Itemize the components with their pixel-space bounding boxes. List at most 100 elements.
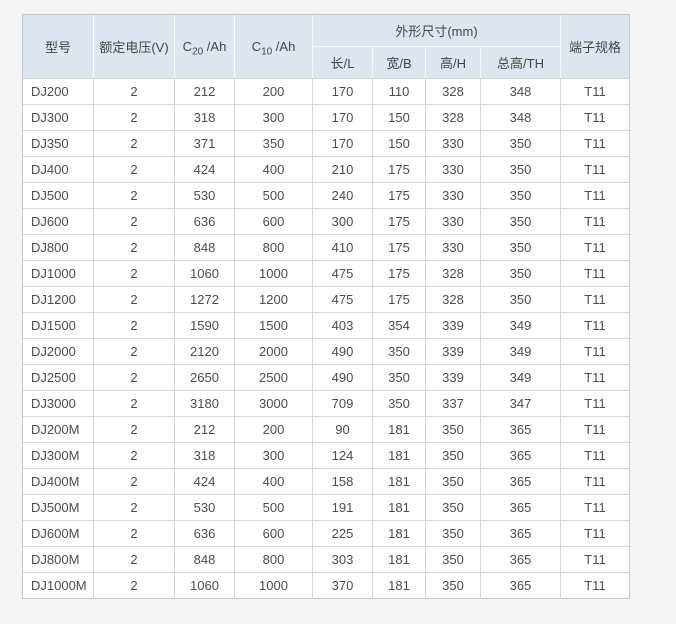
table-cell: 175 [373,182,426,208]
table-cell: 403 [313,312,373,338]
table-cell: 490 [313,364,373,390]
c20-unit: /Ah [203,39,227,54]
table-cell: 2 [94,468,175,494]
table-cell: 90 [313,416,373,442]
table-cell: 2 [94,182,175,208]
table-cell: T11 [561,312,630,338]
table-cell: 350 [426,572,481,598]
model-cell: DJ600M [23,520,94,546]
table-cell: T11 [561,104,630,130]
table-cell: 210 [313,156,373,182]
table-cell: T11 [561,572,630,598]
model-cell: DJ350 [23,130,94,156]
table-cell: T11 [561,338,630,364]
table-cell: T11 [561,130,630,156]
model-cell: DJ1500 [23,312,94,338]
table-cell: 1060 [175,260,235,286]
table-cell: 800 [235,546,313,572]
table-row: DJ500M 2 530 500 191 181 350 365 T11 [23,494,630,520]
table-cell: 2650 [175,364,235,390]
table-cell: 2 [94,572,175,598]
table-row: DJ600 2 636 600 300 175 330 350 T11 [23,208,630,234]
table-cell: 2 [94,104,175,130]
table-cell: 2 [94,78,175,104]
table-cell: 225 [313,520,373,546]
table-cell: 1590 [175,312,235,338]
table-cell: 124 [313,442,373,468]
table-cell: 181 [373,416,426,442]
table-cell: 328 [426,286,481,312]
table-cell: 2 [94,156,175,182]
table-cell: 2 [94,234,175,260]
table-cell: 350 [426,468,481,494]
table-cell: 475 [313,260,373,286]
table-cell: 2 [94,364,175,390]
table-cell: T11 [561,260,630,286]
table-cell: 181 [373,546,426,572]
table-cell: 3180 [175,390,235,416]
table-cell: 400 [235,156,313,182]
table-cell: 370 [313,572,373,598]
col-header-width: 宽/B [373,47,426,78]
table-cell: 175 [373,286,426,312]
model-cell: DJ1000M [23,572,94,598]
table-cell: 347 [481,390,562,416]
table-cell: 350 [373,390,426,416]
table-cell: 339 [426,312,481,338]
table-row: DJ1500 2 1590 1500 403 354 339 349 T11 [23,312,630,338]
table-cell: 170 [313,104,373,130]
c20-subscript: 20 [192,46,204,58]
table-cell: 2 [94,442,175,468]
table-cell: 181 [373,572,426,598]
table-cell: 2 [94,338,175,364]
table-cell: 350 [481,260,562,286]
model-cell: DJ400 [23,156,94,182]
col-header-length: 长/L [313,47,373,78]
model-cell: DJ400M [23,468,94,494]
table-row: DJ300 2 318 300 170 150 328 348 T11 [23,104,630,130]
table-row: DJ800 2 848 800 410 175 330 350 T11 [23,234,630,260]
table-cell: 330 [426,234,481,260]
table-cell: 3000 [235,390,313,416]
table-cell: 339 [426,364,481,390]
header-row-1: 型号 额定电压(V) C20 /Ah C10 /Ah 外形尺寸(mm) 端子规格 [23,15,630,78]
table-cell: 349 [481,338,562,364]
table-cell: 2 [94,520,175,546]
table-cell: 150 [373,130,426,156]
table-cell: 328 [426,260,481,286]
model-cell: DJ2500 [23,364,94,390]
table-cell: 158 [313,468,373,494]
table-row: DJ2000 2 2120 2000 490 350 339 349 T11 [23,338,630,364]
table-cell: 354 [373,312,426,338]
table-cell: 500 [235,494,313,520]
table-cell: 1272 [175,286,235,312]
table-cell: 2 [94,312,175,338]
table-cell: 175 [373,208,426,234]
model-cell: DJ300 [23,104,94,130]
table-cell: 848 [175,546,235,572]
table-cell: T11 [561,286,630,312]
table-cell: 2 [94,546,175,572]
table-cell: 2500 [235,364,313,390]
table-cell: 530 [175,494,235,520]
table-cell: 636 [175,520,235,546]
table-cell: 365 [481,416,562,442]
table-cell: T11 [561,208,630,234]
table-cell: 200 [235,78,313,104]
table-cell: T11 [561,546,630,572]
table-cell: 371 [175,130,235,156]
table-cell: 350 [373,338,426,364]
model-cell: DJ600 [23,208,94,234]
model-cell: DJ500M [23,494,94,520]
table-cell: 330 [426,156,481,182]
col-header-c20: C20 /Ah [175,15,235,78]
table-cell: 348 [481,104,562,130]
table-cell: 2 [94,130,175,156]
table-cell: 800 [235,234,313,260]
table-row: DJ400 2 424 400 210 175 330 350 T11 [23,156,630,182]
table-cell: T11 [561,442,630,468]
table-cell: 2000 [235,338,313,364]
col-header-c10: C10 /Ah [235,15,313,78]
col-header-terminal: 端子规格 [561,15,630,78]
model-cell: DJ3000 [23,390,94,416]
